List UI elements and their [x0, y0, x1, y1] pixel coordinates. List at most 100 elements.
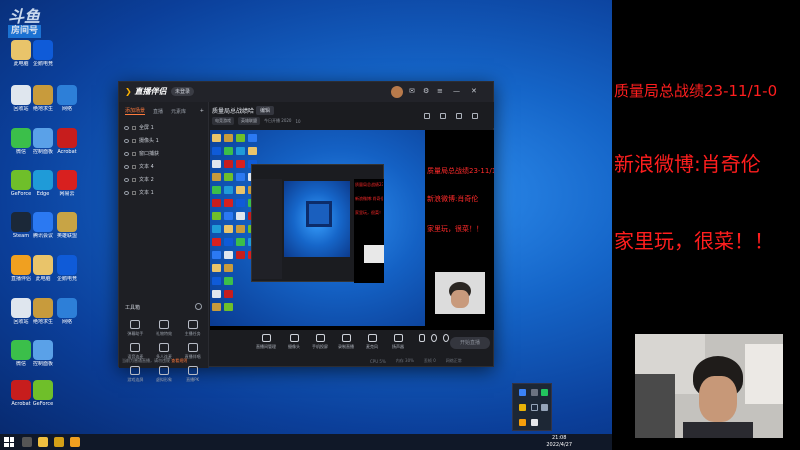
tool-button[interactable]: 直播PK — [178, 366, 207, 383]
tool-button[interactable]: 弹幕助手 — [121, 320, 150, 337]
bell-icon[interactable] — [456, 113, 462, 119]
tray-app-icon[interactable] — [519, 419, 526, 426]
source-item[interactable]: 文本 2 — [119, 173, 208, 186]
gear-icon — [443, 334, 449, 342]
tool-button[interactable]: 游戏连屏 — [121, 366, 150, 383]
close-icon[interactable]: ✕ — [471, 87, 477, 95]
desktop-icon[interactable]: 企鹅电竞 — [28, 40, 58, 67]
record-button[interactable]: 录制直播 — [334, 334, 358, 350]
more-icon[interactable] — [472, 113, 478, 119]
source-label: 文本 4 — [139, 164, 154, 170]
desktop-icon-image — [57, 85, 77, 105]
tray-overflow-popup[interactable] — [512, 383, 552, 431]
webcam-face — [699, 376, 737, 422]
tray-app-icon[interactable] — [519, 389, 526, 396]
tool-button[interactable]: 礼物特效 — [150, 320, 179, 337]
preview-overlay-line: 新浪微博:肖奇伦 — [427, 195, 479, 203]
cpu-status: CPU 5% — [370, 358, 386, 364]
phone-icon — [315, 334, 325, 342]
streaming-app-taskbar-icon[interactable] — [70, 437, 80, 447]
app-titlebar[interactable]: ❯ 直播伴侣 未登录 ✉ ⚙ ≡ — ✕ — [119, 82, 493, 102]
meta-text: 今日开播 2020 — [264, 118, 292, 123]
gift-icon[interactable] — [440, 113, 446, 119]
lock-icon[interactable] — [132, 164, 136, 169]
camera-button[interactable]: 摄像头 — [282, 334, 306, 350]
desktop-icon[interactable]: GeForce — [28, 380, 58, 407]
game-taskbar-icon[interactable] — [54, 437, 64, 447]
camera-icon — [289, 334, 299, 342]
source-item[interactable]: 文本 1 — [119, 186, 208, 199]
tool-button[interactable]: 虚拟形象 — [150, 366, 179, 383]
tab-element-library[interactable]: 元素库 — [171, 108, 186, 115]
menu-icon[interactable]: ≡ — [437, 87, 443, 95]
desktop-icon[interactable]: 网络 — [52, 298, 82, 325]
game-chip[interactable]: 英雄联盟 — [238, 117, 260, 125]
lock-icon[interactable] — [132, 190, 136, 195]
tray-app-icon[interactable] — [541, 404, 548, 411]
nested-overlay: 质量局总战绩23-11/1-0 新浪微博:肖奇伦 家里玩，很菜！！ — [354, 179, 384, 283]
phone-cast-button[interactable]: 手机投屏 — [308, 334, 332, 350]
desktop-icon[interactable]: 英雄联盟 — [52, 212, 82, 239]
lock-icon[interactable] — [132, 125, 136, 130]
room-manage-button[interactable]: 直播间管理 — [254, 334, 278, 350]
toolbox-settings-icon[interactable] — [195, 303, 202, 310]
visibility-icon[interactable] — [124, 177, 129, 182]
desktop-icon[interactable]: 网易云 — [52, 170, 82, 197]
webcam-chair — [635, 374, 675, 438]
tool-label: 主播任务 — [184, 331, 201, 336]
source-item[interactable]: 窗口捕获 — [119, 147, 208, 160]
visibility-icon[interactable] — [124, 190, 129, 195]
rules-link[interactable]: 查看规则 — [171, 358, 187, 363]
search-icon[interactable] — [22, 437, 32, 447]
tab-live[interactable]: 直播 — [153, 108, 163, 115]
tab-add-scene[interactable]: 添加场景 — [125, 107, 146, 115]
category-chip[interactable]: 电竞游戏 — [212, 117, 234, 125]
tool-button[interactable]: 主播任务 — [178, 320, 207, 337]
mail-icon[interactable]: ✉ — [409, 87, 415, 95]
settings-icon[interactable]: ⚙ — [423, 87, 429, 95]
tool-icon — [187, 343, 198, 352]
clock-date: 2022/4/27 — [546, 442, 572, 448]
add-scene-icon[interactable]: + — [200, 108, 204, 114]
visibility-icon[interactable] — [124, 138, 129, 143]
speaker-button[interactable]: 扬声器 — [386, 334, 410, 350]
share-icon[interactable] — [424, 113, 430, 119]
desktop-icon-image — [33, 255, 53, 275]
edit-room-button[interactable]: 编辑 — [256, 106, 275, 115]
login-badge[interactable]: 未登录 — [171, 87, 195, 96]
preview-desktop-icon — [212, 290, 221, 298]
visibility-icon[interactable] — [124, 151, 129, 156]
desktop-icon-label: 企鹅电竞 — [32, 61, 53, 67]
system-clock[interactable]: 21:08 2022/4/27 — [546, 435, 572, 449]
desktop-icon[interactable]: 控制面板 — [28, 340, 58, 367]
microphone-button[interactable]: 麦克风 — [360, 334, 384, 350]
file-explorer-icon[interactable] — [38, 437, 48, 447]
desktop-icon[interactable]: 企鹅电竞 — [52, 255, 82, 282]
lock-icon[interactable] — [132, 138, 136, 143]
tray-app-icon[interactable] — [531, 389, 538, 396]
windows-start-icon[interactable] — [4, 437, 14, 447]
source-item[interactable]: 摄像头 1 — [119, 134, 208, 147]
lock-icon[interactable] — [132, 151, 136, 156]
source-item[interactable]: 文本 4 — [119, 160, 208, 173]
tool-label: 直播PK — [186, 377, 200, 382]
visibility-icon[interactable] — [124, 125, 129, 130]
user-avatar[interactable] — [391, 86, 403, 98]
desktop-icon-image — [33, 128, 53, 148]
visibility-icon[interactable] — [124, 164, 129, 169]
stream-preview[interactable]: 质量局总战绩23-11/1-0 新浪微博:肖奇伦 家里玩，很菜！！ 质量局总战绩… — [210, 130, 494, 330]
preview-desktop-icon — [236, 251, 245, 259]
desktop-icon[interactable]: Acrobat — [52, 128, 82, 155]
minimize-icon[interactable]: — — [453, 87, 460, 95]
source-item[interactable]: 全屏 1 — [119, 121, 208, 134]
tool-icon — [158, 320, 169, 329]
desktop-icon[interactable]: 网络 — [52, 85, 82, 112]
desktop-icon-image — [57, 170, 77, 190]
tray-app-icon[interactable] — [519, 404, 526, 411]
streaming-app-window[interactable]: ❯ 直播伴侣 未登录 ✉ ⚙ ≡ — ✕ 添加场景 直播 元素库 + 全屏 1 … — [118, 81, 494, 382]
start-live-button[interactable]: 开始直播 — [450, 337, 490, 349]
tray-app-icon[interactable] — [531, 404, 538, 411]
tray-app-icon[interactable] — [531, 419, 538, 426]
tray-app-icon[interactable] — [541, 389, 548, 396]
lock-icon[interactable] — [132, 177, 136, 182]
